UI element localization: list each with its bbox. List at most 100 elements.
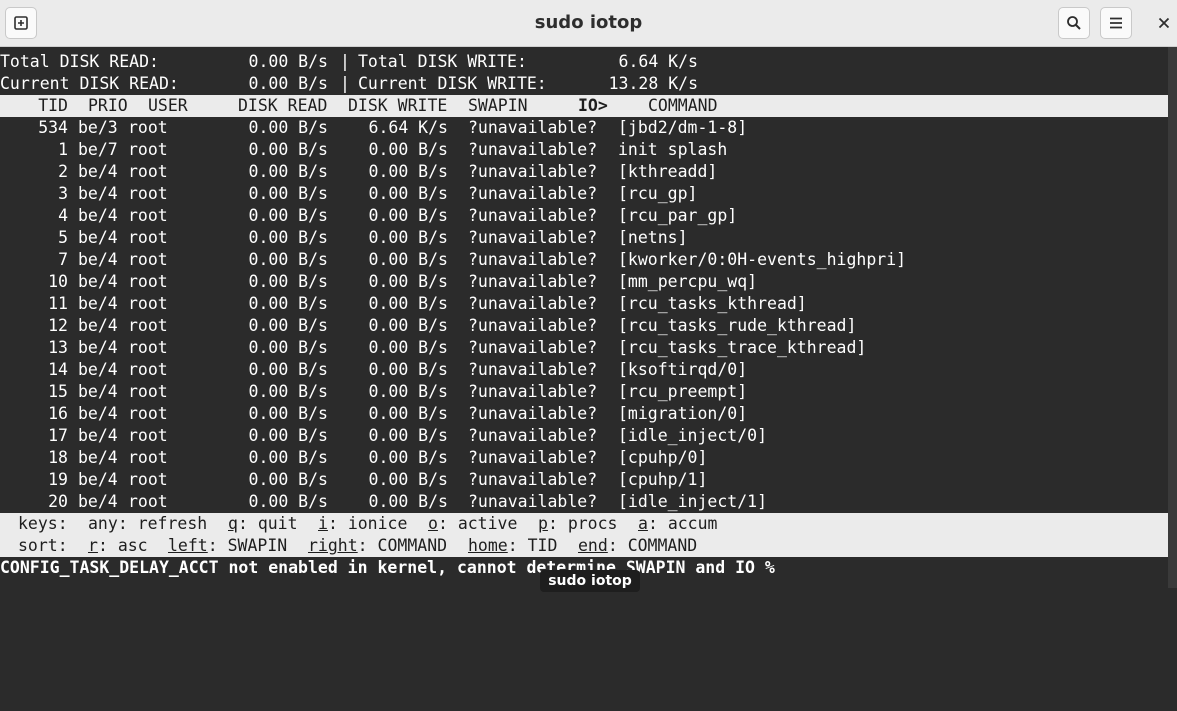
table-row[interactable]: 12 be/4 root 0.00 B/s 0.00 B/s ?unavailable? […	[0, 315, 1168, 337]
row-disk-write: 0.00 B/s	[368, 184, 448, 203]
row-user: root	[128, 272, 168, 291]
table-row[interactable]: 3 be/4 root 0.00 B/s 0.00 B/s ?unavailable? [r…	[0, 183, 1168, 205]
table-row[interactable]: 15 be/4 root 0.00 B/s 0.00 B/s ?unavailable? […	[0, 381, 1168, 403]
sort-left[interactable]: left: SWAPIN	[168, 535, 287, 557]
col-prio[interactable]: PRIO	[88, 95, 128, 117]
table-row[interactable]: 17 be/4 root 0.00 B/s 0.00 B/s ?unavailable? […	[0, 425, 1168, 447]
sort-end[interactable]: end: COMMAND	[578, 535, 697, 557]
menu-button[interactable]	[1100, 7, 1132, 39]
row-disk-read: 0.00 B/s	[248, 338, 328, 357]
row-prio: be/4	[78, 184, 118, 203]
row-tid: 14	[48, 360, 68, 379]
row-tid: 20	[48, 492, 68, 511]
row-tid: 16	[48, 404, 68, 423]
row-prio: be/4	[78, 338, 118, 357]
summary-separator: |	[340, 74, 350, 93]
row-user: root	[128, 206, 168, 225]
key-procs[interactable]: p: procs	[538, 513, 617, 535]
row-disk-write: 0.00 B/s	[368, 316, 448, 335]
row-command: [jbd2/dm-1-8]	[618, 118, 748, 137]
col-swapin[interactable]: SWAPIN	[468, 95, 528, 117]
row-disk-write: 6.64 K/s	[368, 118, 448, 137]
table-row[interactable]: 10 be/4 root 0.00 B/s 0.00 B/s ?unavailable? […	[0, 271, 1168, 293]
row-swapin: ?unavailable?	[468, 360, 598, 379]
row-user: root	[128, 470, 168, 489]
key-any[interactable]: any: refresh	[88, 513, 207, 535]
table-row[interactable]: 534 be/3 root 0.00 B/s 6.64 K/s ?unavailable?…	[0, 117, 1168, 139]
close-button[interactable]	[1151, 10, 1177, 36]
row-disk-read: 0.00 B/s	[248, 250, 328, 269]
row-disk-read: 0.00 B/s	[248, 162, 328, 181]
row-disk-write: 0.00 B/s	[368, 206, 448, 225]
row-disk-read: 0.00 B/s	[248, 184, 328, 203]
row-disk-read: 0.00 B/s	[248, 294, 328, 313]
row-swapin: ?unavailable?	[468, 206, 598, 225]
row-command: [kworker/0:0H-events_highpri]	[618, 250, 907, 269]
row-swapin: ?unavailable?	[468, 404, 598, 423]
table-row[interactable]: 11 be/4 root 0.00 B/s 0.00 B/s ?unavailable? […	[0, 293, 1168, 315]
row-prio: be/3	[78, 118, 118, 137]
col-user[interactable]: USER	[148, 95, 188, 117]
key-active[interactable]: o: active	[428, 513, 517, 535]
table-row[interactable]: 1 be/7 root 0.00 B/s 0.00 B/s ?unavailable? in…	[0, 139, 1168, 161]
sort-right[interactable]: right: COMMAND	[308, 535, 447, 557]
row-disk-write: 0.00 B/s	[368, 426, 448, 445]
terminal[interactable]: Total DISK READ: 0.00 B/s | Total DISK W…	[0, 47, 1168, 588]
key-ionice[interactable]: i: ionice	[318, 513, 407, 535]
col-io[interactable]: IO>	[578, 95, 608, 117]
summary-current: Current DISK READ: 0.00 B/s | Current DI…	[0, 73, 1168, 95]
table-row[interactable]: 14 be/4 root 0.00 B/s 0.00 B/s ?unavailable? […	[0, 359, 1168, 381]
row-disk-write: 0.00 B/s	[368, 360, 448, 379]
row-prio: be/4	[78, 250, 118, 269]
col-tid[interactable]: TID	[0, 95, 68, 117]
row-user: root	[128, 492, 168, 511]
sort-asc[interactable]: r: asc	[88, 535, 148, 557]
table-row[interactable]: 13 be/4 root 0.00 B/s 0.00 B/s ?unavailable? […	[0, 337, 1168, 359]
total-read-value: 0.00 B/s	[248, 52, 328, 71]
row-swapin: ?unavailable?	[468, 162, 598, 181]
col-disk-write[interactable]: DISK WRITE	[348, 95, 447, 117]
sort-label: sort:	[18, 536, 68, 555]
table-row[interactable]: 20 be/4 root 0.00 B/s 0.00 B/s ?unavailable? […	[0, 491, 1168, 513]
row-swapin: ?unavailable?	[468, 228, 598, 247]
table-row[interactable]: 2 be/4 root 0.00 B/s 0.00 B/s ?unavailable? [k…	[0, 161, 1168, 183]
row-user: root	[128, 404, 168, 423]
scrollbar[interactable]	[1168, 47, 1177, 588]
current-read-value: 0.00 B/s	[248, 74, 328, 93]
row-prio: be/7	[78, 140, 118, 159]
row-swapin: ?unavailable?	[468, 338, 598, 357]
row-disk-write: 0.00 B/s	[368, 162, 448, 181]
row-command: [rcu_preempt]	[618, 382, 748, 401]
row-tid: 13	[48, 338, 68, 357]
window-tooltip: sudo iotop	[540, 570, 640, 592]
sort-home[interactable]: home: TID	[468, 535, 557, 557]
key-quit[interactable]: q: quit	[228, 513, 298, 535]
search-button[interactable]	[1058, 7, 1090, 39]
table-row[interactable]: 4 be/4 root 0.00 B/s 0.00 B/s ?unavailable? [r…	[0, 205, 1168, 227]
col-command[interactable]: COMMAND	[648, 95, 718, 117]
table-row[interactable]: 18 be/4 root 0.00 B/s 0.00 B/s ?unavailable? […	[0, 447, 1168, 469]
keys-bar: keys: any: refresh q: quit i: ionice o: …	[0, 513, 1168, 535]
row-prio: be/4	[78, 470, 118, 489]
current-read-label: Current DISK READ:	[0, 74, 179, 93]
row-tid: 1	[58, 140, 68, 159]
row-swapin: ?unavailable?	[468, 250, 598, 269]
row-command: [rcu_tasks_kthread]	[618, 294, 807, 313]
table-row[interactable]: 7 be/4 root 0.00 B/s 0.00 B/s ?unavailable? [k…	[0, 249, 1168, 271]
row-disk-write: 0.00 B/s	[368, 470, 448, 489]
header-bar: sudo iotop	[0, 0, 1177, 47]
row-disk-write: 0.00 B/s	[368, 338, 448, 357]
row-disk-read: 0.00 B/s	[248, 382, 328, 401]
col-disk-read[interactable]: DISK READ	[238, 95, 327, 117]
key-accum[interactable]: a: accum	[638, 513, 717, 535]
row-disk-write: 0.00 B/s	[368, 448, 448, 467]
row-user: root	[128, 294, 168, 313]
total-read-label: Total DISK READ:	[0, 52, 159, 71]
keys-label: keys:	[18, 514, 68, 533]
table-row[interactable]: 5 be/4 root 0.00 B/s 0.00 B/s ?unavailable? [n…	[0, 227, 1168, 249]
table-row[interactable]: 19 be/4 root 0.00 B/s 0.00 B/s ?unavailable? […	[0, 469, 1168, 491]
row-disk-read: 0.00 B/s	[248, 404, 328, 423]
row-disk-write: 0.00 B/s	[368, 492, 448, 511]
column-header: TID PRIO USER DISK READ DISK WRITE SWAPI…	[0, 95, 1168, 117]
table-row[interactable]: 16 be/4 root 0.00 B/s 0.00 B/s ?unavailable? […	[0, 403, 1168, 425]
